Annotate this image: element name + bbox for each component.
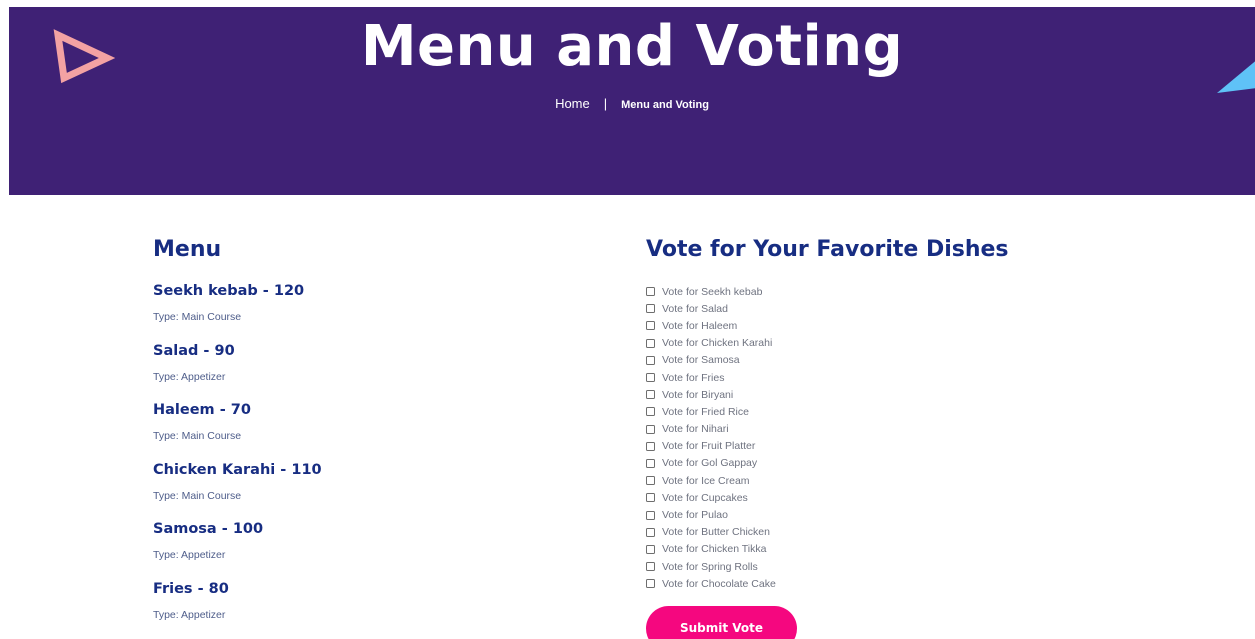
vote-option[interactable]: Vote for Pulao	[646, 506, 1066, 523]
dish-type: Type: Appetizer	[153, 549, 226, 562]
vote-option[interactable]: Vote for Butter Chicken	[646, 524, 1066, 541]
vote-checkbox[interactable]	[646, 579, 655, 589]
vote-option[interactable]: Vote for Fried Rice	[646, 403, 1066, 420]
vote-option[interactable]: Vote for Haleem	[646, 317, 1066, 334]
vote-option-label: Vote for Fries	[662, 371, 725, 384]
page-title: Menu and Voting	[360, 14, 904, 79]
vote-option[interactable]: Vote for Salad	[646, 300, 1066, 317]
vote-option[interactable]: Vote for Chocolate Cake	[646, 575, 1066, 592]
dish-name: Fries - 80	[153, 580, 229, 597]
vote-option-label: Vote for Butter Chicken	[662, 526, 770, 539]
menu-item: Seekh kebab - 120 Type: Main Course	[153, 282, 322, 342]
vote-checkbox[interactable]	[646, 304, 655, 314]
page-header-banner: Menu and Voting Home | Menu and Voting	[9, 7, 1255, 195]
vote-option[interactable]: Vote for Fruit Platter	[646, 438, 1066, 455]
vote-option-label: Vote for Ice Cream	[662, 474, 750, 487]
breadcrumb-home-link[interactable]: Home	[555, 96, 590, 111]
dish-name: Samosa - 100	[153, 521, 264, 538]
vote-checkbox[interactable]	[646, 407, 655, 417]
dish-name: Chicken Karahi - 110	[153, 461, 322, 478]
menu-section: Menu Seekh kebab - 120 Type: Main Course…	[153, 236, 573, 621]
vote-option-label: Vote for Pulao	[662, 509, 728, 522]
vote-option-label: Vote for Fried Rice	[662, 405, 749, 418]
vote-checkbox[interactable]	[646, 390, 655, 400]
dish-name: Salad - 90	[153, 342, 235, 359]
vote-option[interactable]: Vote for Spring Rolls	[646, 558, 1066, 575]
vote-option-label: Vote for Chocolate Cake	[662, 577, 776, 590]
menu-item: Haleem - 70 Type: Main Course	[153, 401, 322, 461]
dish-type: Type: Appetizer	[153, 608, 226, 621]
vote-option[interactable]: Vote for Chicken Karahi	[646, 335, 1066, 352]
vote-section: Vote for Your Favorite Dishes Vote for S…	[646, 236, 1066, 639]
menu-item: Salad - 90 Type: Appetizer	[153, 342, 322, 402]
vote-checkbox[interactable]	[646, 562, 655, 572]
vote-form: Vote for Seekh kebab Vote for Salad Vote…	[646, 283, 1066, 639]
vote-checkbox[interactable]	[646, 527, 655, 537]
vote-option[interactable]: Vote for Ice Cream	[646, 472, 1066, 489]
vote-checkbox[interactable]	[646, 355, 655, 365]
menu-item: Fries - 80 Type: Appetizer	[153, 580, 322, 639]
page: Menu and Voting Home | Menu and Voting Men…	[0, 0, 1255, 639]
vote-option-label: Vote for Chicken Tikka	[662, 543, 767, 556]
dish-type: Type: Main Course	[153, 430, 242, 443]
breadcrumb-separator: |	[603, 96, 608, 111]
submit-vote-button[interactable]: Submit Vote	[646, 606, 797, 639]
vote-option[interactable]: Vote for Seekh kebab	[646, 283, 1066, 300]
dish-type: Type: Appetizer	[153, 370, 226, 383]
vote-checkbox[interactable]	[646, 321, 655, 331]
vote-option-label: Vote for Gol Gappay	[662, 457, 758, 470]
vote-option-label: Vote for Chicken Karahi	[662, 337, 773, 350]
vote-checkbox[interactable]	[646, 424, 655, 434]
vote-option-label: Vote for Spring Rolls	[662, 560, 758, 573]
dish-name: Haleem - 70	[153, 402, 251, 419]
vote-checkbox[interactable]	[646, 287, 655, 297]
vote-option[interactable]: Vote for Nihari	[646, 421, 1066, 438]
menu-item: Samosa - 100 Type: Appetizer	[153, 520, 322, 580]
vote-heading: Vote for Your Favorite Dishes	[646, 237, 1009, 262]
vote-checkbox[interactable]	[646, 544, 655, 554]
dish-name: Seekh kebab - 120	[153, 283, 305, 299]
vote-option[interactable]: Vote for Samosa	[646, 352, 1066, 369]
vote-option-label: Vote for Seekh kebab	[662, 285, 763, 298]
menu-heading: Menu	[153, 237, 222, 262]
vote-checkbox[interactable]	[646, 338, 655, 348]
vote-option[interactable]: Vote for Chicken Tikka	[646, 541, 1066, 558]
vote-checkbox[interactable]	[646, 458, 655, 468]
breadcrumb: Home | Menu and Voting	[9, 95, 1255, 114]
vote-checkbox[interactable]	[646, 441, 655, 451]
vote-checkbox[interactable]	[646, 493, 655, 503]
vote-option[interactable]: Vote for Fries	[646, 369, 1066, 386]
vote-option[interactable]: Vote for Biryani	[646, 386, 1066, 403]
vote-option-label: Vote for Haleem	[662, 319, 738, 332]
vote-option[interactable]: Vote for Cupcakes	[646, 489, 1066, 506]
vote-option-label: Vote for Cupcakes	[662, 491, 748, 504]
vote-checkbox[interactable]	[646, 510, 655, 520]
vote-option-label: Vote for Salad	[662, 302, 728, 315]
breadcrumb-current: Menu and Voting	[621, 99, 709, 111]
vote-option-label: Vote for Nihari	[662, 423, 729, 436]
menu-item: Chicken Karahi - 110 Type: Main Course	[153, 461, 322, 521]
vote-checkbox[interactable]	[646, 373, 655, 383]
menu-list: Seekh kebab - 120 Type: Main Course Sala…	[153, 282, 322, 639]
dish-type: Type: Main Course	[153, 311, 242, 323]
dish-type: Type: Main Course	[153, 489, 242, 502]
vote-checkbox[interactable]	[646, 476, 655, 486]
vote-option-label: Vote for Samosa	[662, 354, 740, 367]
vote-option[interactable]: Vote for Gol Gappay	[646, 455, 1066, 472]
vote-option-label: Vote for Fruit Platter	[662, 440, 756, 453]
vote-option-label: Vote for Biryani	[662, 388, 734, 401]
